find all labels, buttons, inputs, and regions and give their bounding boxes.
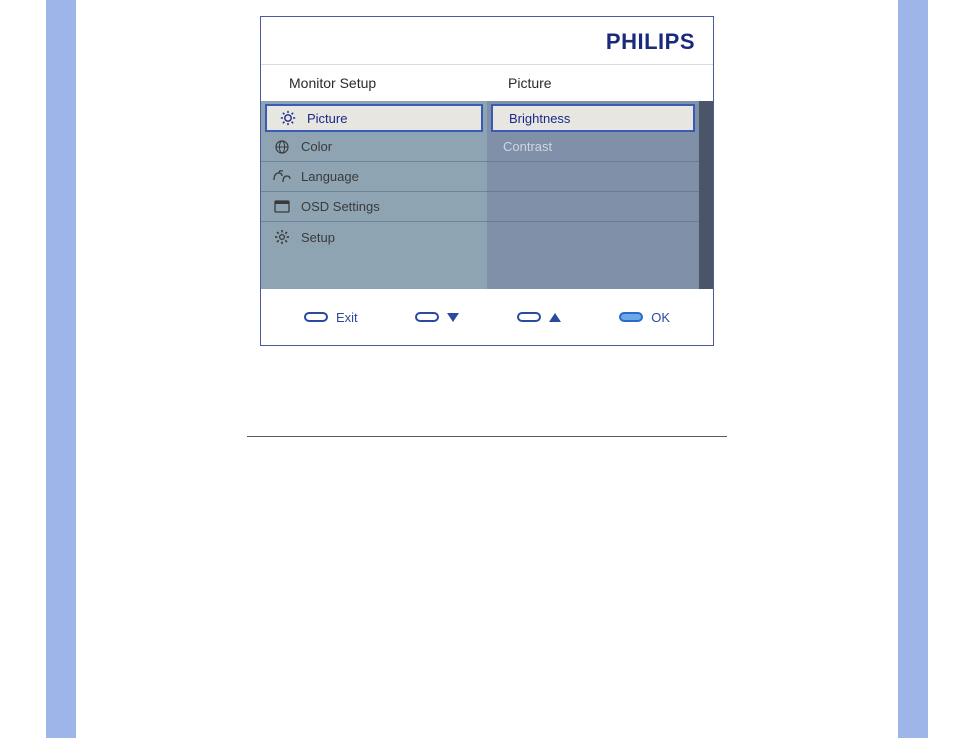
sub-item-contrast[interactable]: Contrast [487,132,699,162]
menu-item-label: OSD Settings [301,199,380,214]
sub-item-brightness[interactable]: Brightness [491,104,695,132]
menu-body: Picture Color Language [261,101,713,289]
pill-icon [304,312,328,322]
window-icon [273,198,291,216]
language-icon [273,168,291,186]
sub-item-empty [487,222,699,252]
menu-item-color[interactable]: Color [261,132,487,162]
main-menu: Picture Color Language [261,101,487,289]
arrow-down-icon [447,313,459,322]
sub-item-empty [487,192,699,222]
menu-item-picture[interactable]: Picture [265,104,483,132]
nav-bar: Exit OK [261,289,713,345]
sub-item-empty [487,162,699,192]
content-area: PHILIPS Monitor Setup Picture Picture Co [76,0,898,437]
header-right: Picture [494,65,713,101]
menu-item-label: Picture [307,111,347,126]
globe-icon [273,138,291,156]
column-headers: Monitor Setup Picture [261,65,713,101]
menu-item-language[interactable]: Language [261,162,487,192]
nav-down-button[interactable] [415,312,459,322]
menu-item-label: Language [301,169,359,184]
menu-item-setup[interactable]: Setup [261,222,487,252]
pill-icon [415,312,439,322]
nav-up-button[interactable] [517,312,561,322]
pill-icon [619,312,643,322]
brand-bar: PHILIPS [261,17,713,65]
nav-label: OK [651,310,670,325]
header-left: Monitor Setup [261,65,494,101]
divider [247,436,727,437]
gear-icon [273,228,291,246]
arrow-up-icon [549,313,561,322]
brand-logo: PHILIPS [606,29,695,55]
nav-label: Exit [336,310,358,325]
sub-item-label: Brightness [509,111,570,126]
menu-item-label: Color [301,139,332,154]
sub-menu: Brightness Contrast [487,101,713,289]
sub-item-label: Contrast [503,139,552,154]
brightness-icon [279,109,297,127]
menu-item-label: Setup [301,230,335,245]
nav-ok-button[interactable]: OK [619,310,670,325]
osd-panel: PHILIPS Monitor Setup Picture Picture Co [260,16,714,346]
nav-exit-button[interactable]: Exit [304,310,358,325]
pill-icon [517,312,541,322]
page-accent-left [46,0,76,738]
menu-item-osd-settings[interactable]: OSD Settings [261,192,487,222]
page-accent-right [898,0,928,738]
